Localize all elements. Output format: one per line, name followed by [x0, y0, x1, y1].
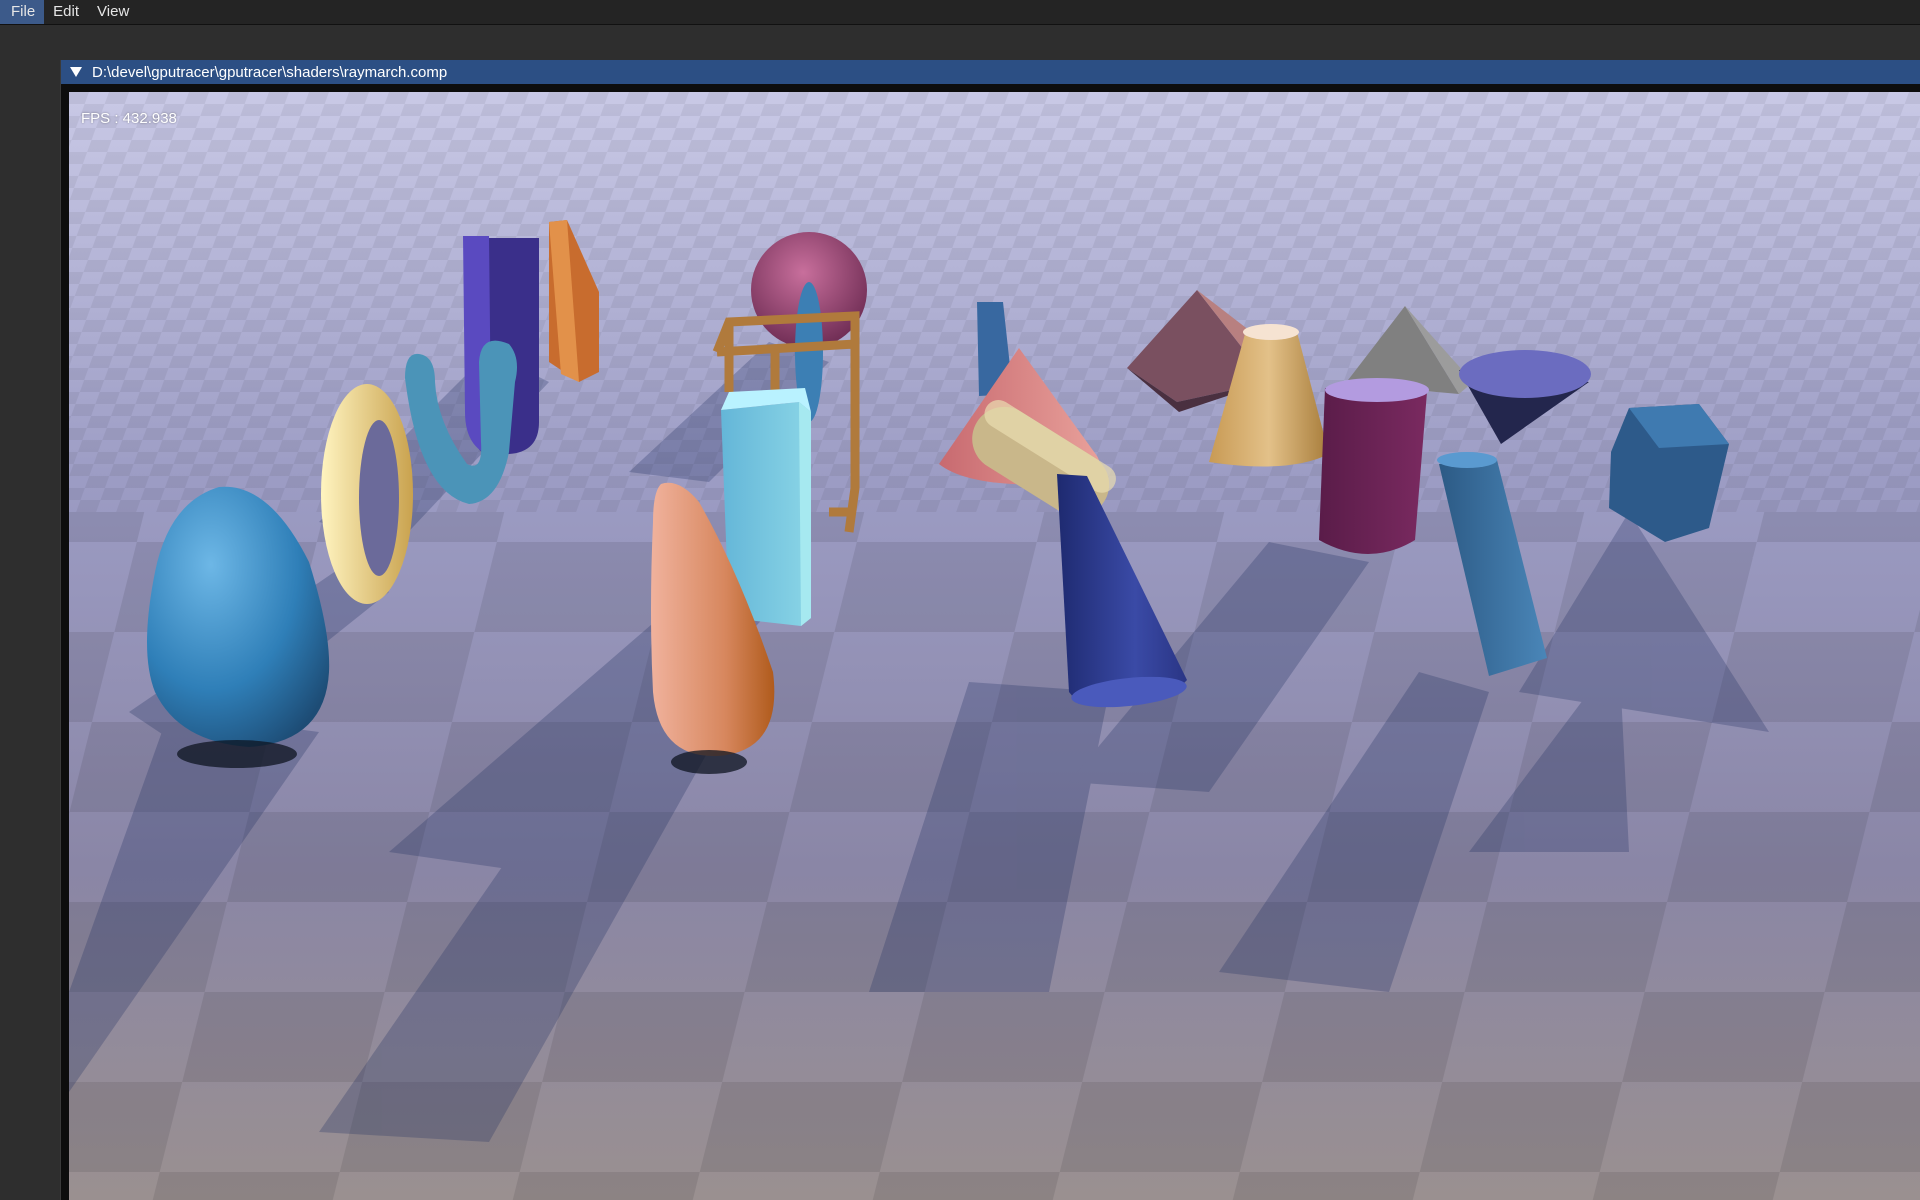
menu-edit[interactable]: Edit — [44, 0, 88, 24]
render-viewport[interactable]: FPS : 432.938 — [69, 92, 1920, 1200]
menu-file[interactable]: File — [0, 0, 45, 24]
window-title: D:\devel\gputracer\gputracer\shaders\ray… — [92, 63, 448, 81]
menu-bar: File Edit View — [0, 0, 1920, 25]
rendered-scene — [69, 92, 1920, 1200]
shader-window: D:\devel\gputracer\gputracer\shaders\ray… — [60, 60, 1920, 1200]
menu-view[interactable]: View — [88, 0, 138, 24]
window-titlebar[interactable]: D:\devel\gputracer\gputracer\shaders\ray… — [61, 60, 1920, 84]
cylinder — [1319, 388, 1427, 554]
fps-counter: FPS : 432.938 — [81, 110, 177, 127]
collapse-arrow-icon[interactable] — [70, 67, 82, 77]
